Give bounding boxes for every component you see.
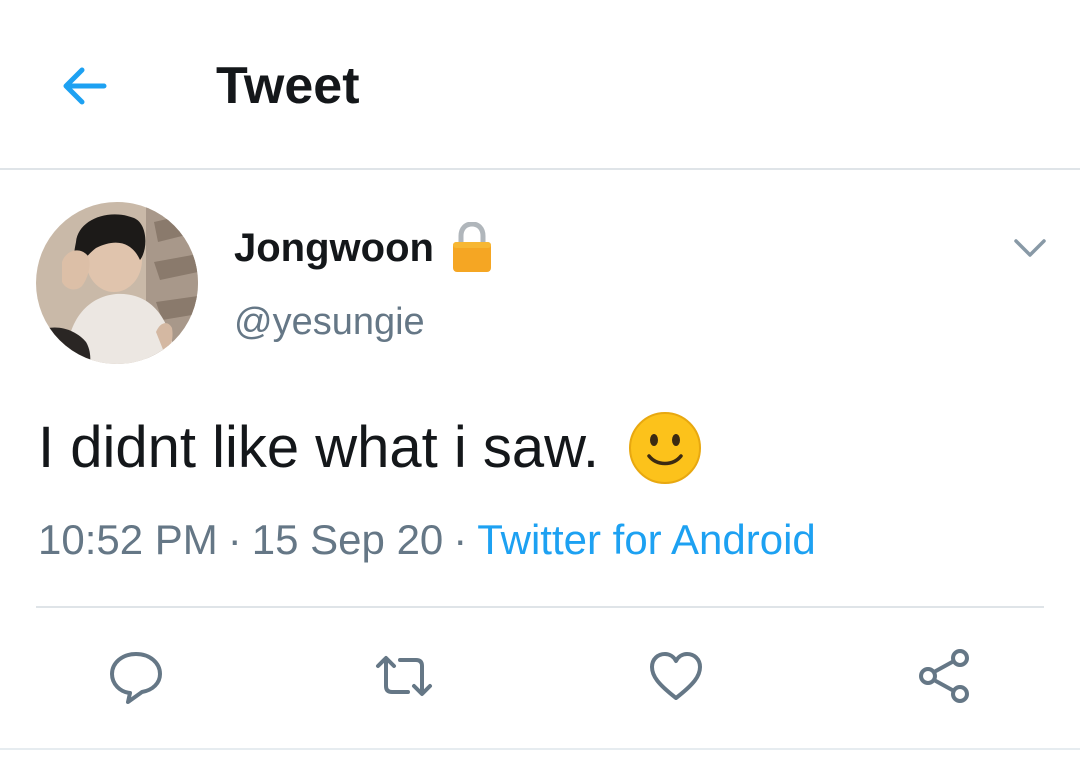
retweet-icon <box>376 656 432 696</box>
like-button[interactable] <box>640 640 712 712</box>
arrow-left-icon <box>63 67 107 105</box>
author-handle[interactable]: @yesungie <box>234 296 425 348</box>
reply-button[interactable] <box>100 640 172 712</box>
chevron-down-icon <box>1014 239 1046 257</box>
display-name-text: Jongwoon <box>234 226 434 270</box>
tweet-actions-bar <box>0 640 1080 712</box>
tweet-body: I didnt like what i saw. <box>38 410 703 486</box>
page-title: Tweet <box>216 57 360 115</box>
meta-separator: · <box>453 516 468 563</box>
meta-separator: · <box>227 516 242 563</box>
tweet-source-link[interactable]: Twitter for Android <box>477 516 815 563</box>
share-button[interactable] <box>908 640 980 712</box>
tweet-detail-screen: Tweet Jongwoon @yesungie I didnt like wh… <box>0 0 1080 768</box>
back-button[interactable] <box>56 58 112 114</box>
author-display-name[interactable]: Jongwoon <box>234 222 494 274</box>
lock-icon <box>452 222 491 272</box>
retweet-button[interactable] <box>368 640 440 712</box>
tweet-text: I didnt like what i saw. <box>38 415 599 480</box>
slightly-smiling-face-icon <box>628 412 701 484</box>
tweet-time: 10:52 PM <box>38 516 218 563</box>
avatar[interactable] <box>36 202 198 364</box>
tweet-meta: 10:52 PM · 15 Sep 20 · Twitter for Android <box>38 512 816 568</box>
reply-icon <box>110 652 162 704</box>
app-header: Tweet <box>0 0 1080 170</box>
divider <box>36 606 1044 608</box>
tweet-menu-button[interactable] <box>1008 226 1052 270</box>
divider <box>0 748 1080 750</box>
profile-photo <box>36 202 198 364</box>
share-icon <box>919 649 969 703</box>
heart-icon <box>650 652 702 700</box>
tweet-date: 15 Sep 20 <box>251 516 444 563</box>
